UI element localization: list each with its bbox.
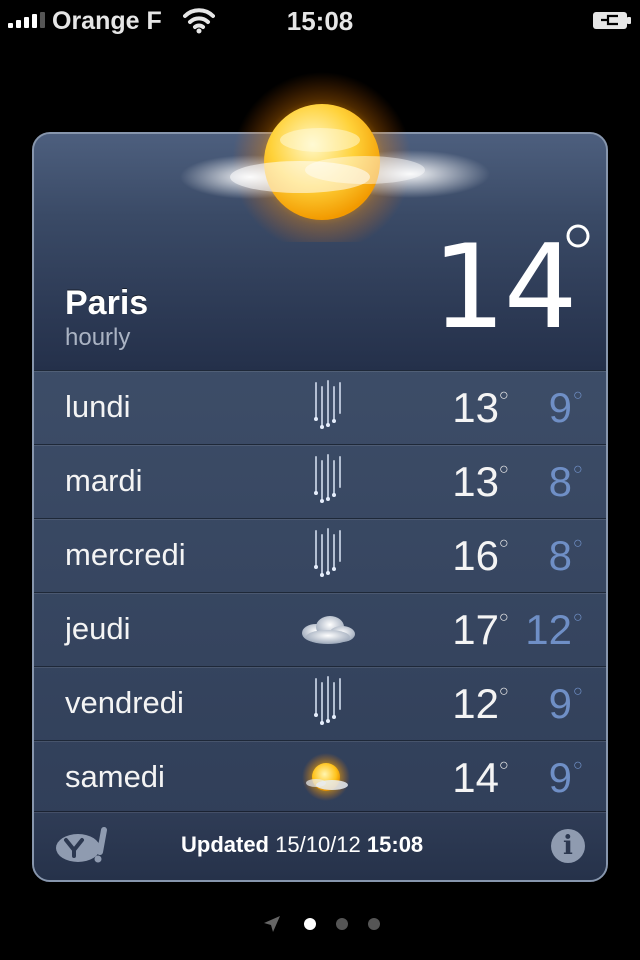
forecast-low: 9: [548, 680, 572, 727]
cloudy-icon: [302, 616, 355, 644]
rain-icon: [314, 676, 341, 725]
city-name: Paris: [65, 284, 149, 322]
partly-sunny-icon: [302, 753, 350, 801]
info-button[interactable]: i: [551, 829, 585, 863]
page-dot[interactable]: [368, 918, 380, 930]
degree-icon: ○: [573, 609, 583, 626]
forecast-day: mardi: [65, 463, 143, 498]
forecast-low: 9: [548, 754, 572, 801]
yahoo-logo-icon[interactable]: [54, 826, 114, 866]
forecast-high: 12: [452, 680, 499, 727]
page-dot-active[interactable]: [304, 918, 316, 930]
forecast-low: 9: [548, 384, 572, 431]
forecast-day: mercredi: [65, 537, 186, 572]
forecast-row: jeudi 17 ○ 12 ○: [34, 592, 606, 666]
rain-icon: [314, 528, 341, 577]
location-arrow-icon[interactable]: [262, 914, 282, 934]
forecast-low: 8: [548, 458, 572, 505]
last-updated: Updated 15/10/12 15:08: [181, 832, 423, 858]
footer-bar: Updated 15/10/12 15:08 i: [34, 811, 606, 880]
battery-charging-icon: [593, 12, 631, 29]
forecast-day: samedi: [65, 759, 165, 794]
degree-icon: ○: [573, 461, 583, 478]
forecast-low: 12: [525, 606, 572, 653]
forecast-day: lundi: [65, 389, 131, 424]
forecast-day: vendredi: [65, 685, 184, 720]
rain-icon: [314, 454, 341, 503]
forecast-high: 14: [452, 754, 499, 801]
degree-icon: ○: [573, 683, 583, 700]
degree-icon: ○: [573, 757, 583, 774]
subtitle-hourly: hourly: [65, 324, 131, 351]
forecast-row: mardi 13 ○ 8 ○: [34, 444, 606, 518]
updated-date: 15/10/12: [275, 832, 361, 857]
degree-icon: [566, 224, 590, 248]
forecast-row: lundi 13 ○ 9 ○: [34, 370, 606, 444]
page-dot[interactable]: [336, 918, 348, 930]
degree-icon: ○: [573, 535, 583, 552]
forecast-row: samedi 14 ○ 9 ○: [34, 740, 606, 814]
status-time: 15:08: [286, 6, 354, 36]
forecast-list: lundi 13 ○ 9 ○ mardi 13 ○ 8 ○ mercredi 1…: [34, 370, 606, 814]
forecast-day: jeudi: [65, 611, 131, 646]
forecast-low: 8: [548, 532, 572, 579]
weather-card[interactable]: Paris hourly 14 lundi 13 ○ 9 ○ mardi 13 …: [32, 132, 608, 882]
forecast-high: 16: [452, 532, 499, 579]
forecast-row: mercredi 16 ○ 8 ○: [34, 518, 606, 592]
updated-time: 15:08: [366, 832, 424, 857]
forecast-high: 13: [452, 458, 499, 505]
rain-icon: [314, 380, 341, 429]
updated-label: Updated: [181, 832, 269, 857]
status-bar: Orange F 15:08: [0, 0, 640, 40]
degree-icon: ○: [573, 387, 583, 404]
forecast-high: 17: [452, 606, 499, 653]
sunny-partly-cloudy-icon: [180, 72, 490, 242]
page-control[interactable]: [0, 910, 640, 938]
forecast-row: vendredi 12 ○ 9 ○: [34, 666, 606, 740]
forecast-high: 13: [452, 384, 499, 431]
